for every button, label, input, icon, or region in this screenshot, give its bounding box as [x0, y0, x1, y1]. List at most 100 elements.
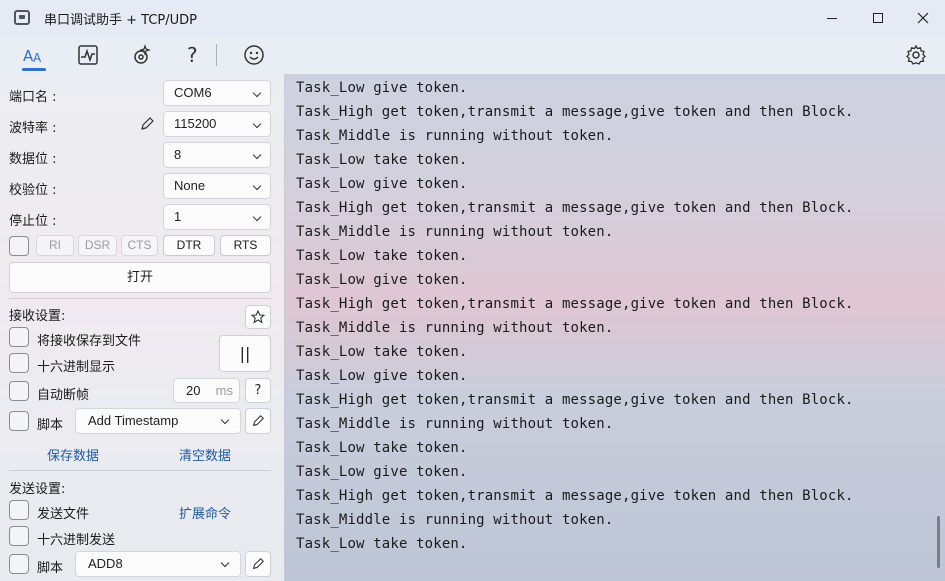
- parity-select[interactable]: None: [163, 173, 271, 199]
- send-script-edit-button[interactable]: [245, 551, 271, 577]
- log-line: Task_High get token,transmit a message,g…: [296, 296, 854, 312]
- minimize-button[interactable]: [809, 0, 855, 36]
- parity-select-value: None: [174, 178, 206, 193]
- stopbits-select[interactable]: 1: [163, 204, 271, 230]
- baud-select[interactable]: 115200: [163, 111, 271, 137]
- chevron-down-icon: [252, 212, 262, 222]
- receive-settings-title: 接收设置:: [9, 309, 66, 324]
- receive-script-select[interactable]: Add Timestamp: [75, 408, 241, 434]
- log-line: Task_Low take token.: [296, 344, 468, 360]
- settings-gear-icon[interactable]: [901, 40, 931, 70]
- log-line: Task_Low take token.: [296, 248, 468, 264]
- send-script-label: 脚本: [37, 561, 64, 576]
- frame-interval-value: 20: [186, 383, 201, 398]
- maximize-button[interactable]: [855, 0, 901, 36]
- log-line: Task_Middle is running without token.: [296, 320, 614, 336]
- port-label: 端口名 :: [9, 90, 57, 105]
- clear-data-link[interactable]: 清空数据: [179, 445, 231, 464]
- smiley-feedback-icon[interactable]: [239, 40, 269, 70]
- receive-script-label: 脚本: [37, 418, 64, 433]
- databits-select-value: 8: [174, 147, 182, 162]
- parity-label: 校验位 :: [9, 183, 57, 198]
- text-format-icon[interactable]: AA: [19, 40, 49, 70]
- save-to-file-checkbox[interactable]: [9, 327, 29, 347]
- stopbits-select-value: 1: [174, 209, 182, 224]
- edit-pen-icon: [252, 415, 264, 427]
- chevron-down-icon: [220, 558, 230, 568]
- dsr-indicator: DSR: [78, 235, 117, 256]
- rts-toggle[interactable]: RTS: [220, 235, 271, 256]
- app-icon: [14, 10, 30, 25]
- help-icon[interactable]: ?: [178, 40, 208, 70]
- minimize-icon: [827, 17, 837, 19]
- log-line: Task_Middle is running without token.: [296, 224, 614, 240]
- log-line: Task_High get token,transmit a message,g…: [296, 488, 854, 504]
- receive-log-area[interactable]: Task_Low give token. Task_High get token,…: [286, 74, 945, 581]
- log-line: Task_Middle is running without token.: [296, 416, 614, 432]
- baud-label: 波特率 :: [9, 121, 57, 136]
- send-script-select[interactable]: ADD8: [75, 551, 241, 577]
- receive-script-edit-button[interactable]: [245, 408, 271, 434]
- ri-indicator: RI: [36, 235, 74, 256]
- waveform-chart-icon[interactable]: [73, 40, 103, 70]
- log-line: Task_Middle is running without token.: [296, 512, 614, 528]
- log-scrollbar[interactable]: [937, 516, 940, 568]
- send-settings-title: 发送设置:: [9, 482, 66, 497]
- log-line: Task_Low give token.: [296, 464, 468, 480]
- settings-panel: 端口名 : COM6 波特率 : 115200 数据位 : 8 校验位 : No…: [0, 74, 285, 581]
- send-file-checkbox[interactable]: [9, 500, 29, 520]
- hex-send-checkbox[interactable]: [9, 526, 29, 546]
- save-data-link[interactable]: 保存数据: [47, 445, 99, 464]
- log-line: Task_Low take token.: [296, 536, 468, 552]
- receive-script-checkbox[interactable]: [9, 411, 29, 431]
- port-select[interactable]: COM6: [163, 80, 271, 106]
- extend-command-link[interactable]: 扩展命令: [179, 503, 231, 522]
- toolbar-separator: [216, 44, 217, 66]
- toolbar: AA ?: [0, 36, 945, 74]
- auto-frame-help-button[interactable]: ?: [245, 378, 271, 403]
- frame-interval-input[interactable]: 20 ms: [173, 378, 240, 403]
- send-script-checkbox[interactable]: [9, 554, 29, 574]
- hex-display-checkbox[interactable]: [9, 353, 29, 373]
- star-icon: [251, 310, 265, 324]
- log-line: Task_Low give token.: [296, 80, 468, 96]
- log-line: Task_High get token,transmit a message,g…: [296, 392, 854, 408]
- baud-select-value: 115200: [174, 116, 217, 131]
- help-icon: ?: [254, 383, 262, 398]
- pause-icon: ||: [239, 344, 251, 363]
- window-title: 串口调试助手 + TCP/UDP: [44, 13, 197, 28]
- log-line: Task_Low give token.: [296, 272, 468, 288]
- log-line: Task_High get token,transmit a message,g…: [296, 200, 854, 216]
- dtr-toggle[interactable]: DTR: [163, 235, 215, 256]
- hex-send-label: 十六进制发送: [37, 533, 116, 548]
- chevron-down-icon: [252, 181, 262, 191]
- save-to-file-label: 将接收保存到文件: [37, 334, 142, 349]
- edit-pen-icon[interactable]: [139, 116, 155, 132]
- databits-label: 数据位 :: [9, 152, 57, 167]
- log-line: Task_Low give token.: [296, 176, 468, 192]
- chevron-down-icon: [252, 88, 262, 98]
- title-bar: 串口调试助手 + TCP/UDP: [0, 0, 945, 36]
- close-button[interactable]: [900, 0, 945, 36]
- auto-frame-checkbox[interactable]: [9, 381, 29, 401]
- divider: [9, 298, 271, 299]
- stopbits-label: 停止位 :: [9, 214, 57, 229]
- flow-control-checkbox[interactable]: [9, 236, 29, 256]
- auto-frame-label: 自动断帧: [37, 388, 90, 403]
- log-line: Task_Low take token.: [296, 440, 468, 456]
- log-line: Task_Middle is running without token.: [296, 128, 614, 144]
- port-select-value: COM6: [174, 85, 212, 100]
- databits-select[interactable]: 8: [163, 142, 271, 168]
- hex-display-label: 十六进制显示: [37, 360, 116, 375]
- edit-pen-icon: [252, 558, 264, 570]
- open-port-button[interactable]: 打开: [9, 262, 271, 293]
- close-icon: [917, 12, 929, 24]
- svg-text:?: ?: [187, 43, 198, 67]
- cts-indicator: CTS: [121, 235, 158, 256]
- gear-sparkle-icon[interactable]: [126, 40, 156, 70]
- favorite-button[interactable]: [245, 305, 271, 329]
- frame-interval-unit: ms: [215, 383, 233, 398]
- log-line: Task_Low give token.: [296, 368, 468, 384]
- pause-button[interactable]: ||: [219, 335, 271, 372]
- chevron-down-icon: [252, 150, 262, 160]
